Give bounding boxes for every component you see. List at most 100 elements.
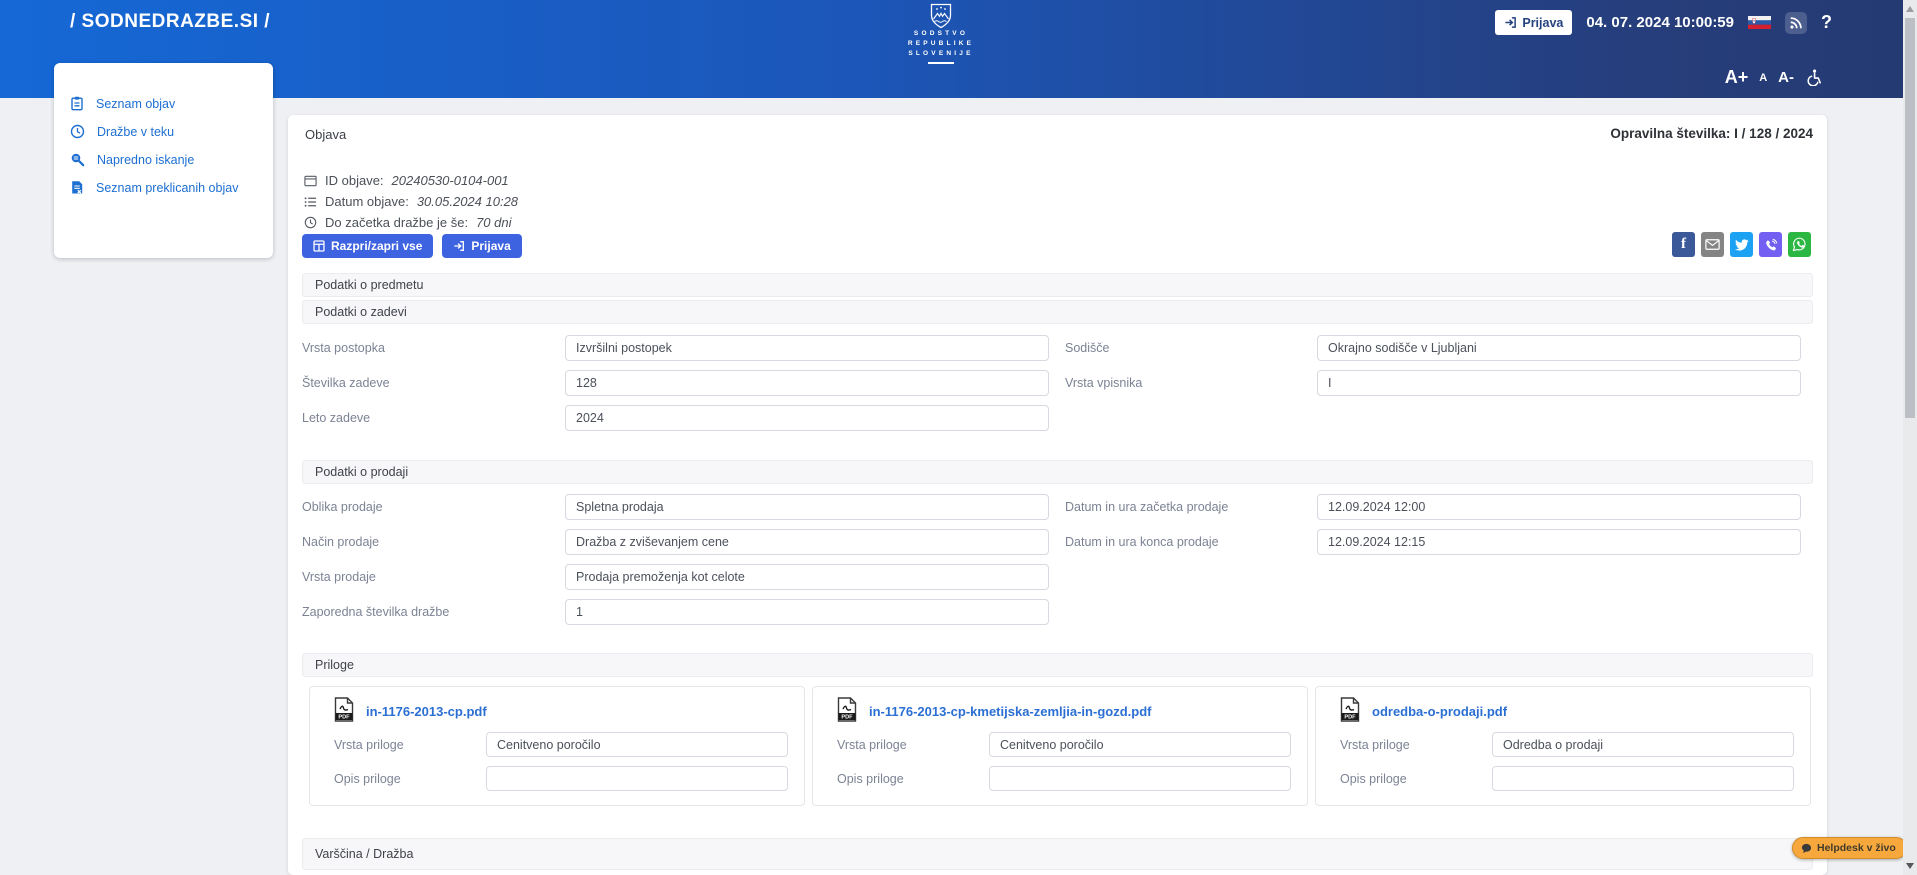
field-label: Vrsta prodaje xyxy=(302,570,565,584)
language-flag[interactable] xyxy=(1748,16,1771,29)
field-label: Datum in ura konca prodaje xyxy=(1065,535,1317,549)
field-oblika-prodaje: Oblika prodaje xyxy=(302,494,1064,520)
font-decrease-button[interactable]: A- xyxy=(1778,69,1794,86)
clock-icon xyxy=(304,216,317,229)
sidebar-item-drazbe-v-teku[interactable]: Dražbe v teku xyxy=(70,124,257,139)
share-twitter-button[interactable] xyxy=(1730,232,1753,257)
login-button-header[interactable]: Prijava xyxy=(1495,10,1572,35)
sidebar-item-napredno-iskanje[interactable]: Napredno iskanje xyxy=(70,152,257,167)
font-size-controls: A+ A A- xyxy=(1725,68,1822,86)
zaporedna-stevilka-input[interactable] xyxy=(565,599,1049,625)
attachment-link[interactable]: odredba-o-prodaji.pdf xyxy=(1372,704,1507,719)
section-header-priloge[interactable]: Priloge xyxy=(302,653,1813,677)
font-increase-button[interactable]: A+ xyxy=(1725,68,1749,86)
advanced-search-icon xyxy=(70,152,85,167)
leto-zadeve-input[interactable] xyxy=(565,405,1049,431)
scrollbar-up-arrow[interactable] xyxy=(1906,6,1914,12)
sidebar-item-label: Napredno iskanje xyxy=(97,153,194,167)
helpdesk-button[interactable]: Helpdesk v živo xyxy=(1792,837,1907,859)
datum-konca-input[interactable] xyxy=(1317,529,1801,555)
scrollbar[interactable] xyxy=(1903,0,1917,875)
sidebar-item-seznam-objav[interactable]: Seznam objav xyxy=(70,96,257,111)
attachment-desc-input[interactable] xyxy=(989,766,1291,791)
sidebar-item-seznam-preklicanih-objav[interactable]: Seznam preklicanih objav xyxy=(70,180,257,195)
login-button-main[interactable]: Prijava xyxy=(442,234,521,258)
login-icon xyxy=(453,240,465,252)
attachment-type-input[interactable] xyxy=(989,732,1291,757)
pdf-file-icon: PDF xyxy=(837,697,857,727)
oblika-prodaje-input[interactable] xyxy=(565,494,1049,520)
section-header-podatki-o-predmetu[interactable]: Podatki o predmetu xyxy=(302,273,1813,297)
vrsta-postopka-input[interactable] xyxy=(565,335,1049,361)
field-label: Vrsta vpisnika xyxy=(1065,376,1317,390)
share-viber-button[interactable] xyxy=(1759,232,1782,257)
publication-card: Objava Opravilna številka: I / 128 / 202… xyxy=(288,115,1827,875)
info-line-date: Datum objave: 30.05.2024 10:28 xyxy=(304,191,518,212)
field-vrsta-vpisnika: Vrsta vpisnika xyxy=(1065,370,1802,396)
header: / SODNEDRAZBE.SI / SODSTVO REPUBLIKE SLO… xyxy=(0,0,1917,98)
info-label: Datum objave: xyxy=(325,194,409,209)
info-value: 70 dni xyxy=(476,215,511,230)
field-label: Vrsta priloge xyxy=(1340,738,1492,752)
vrsta-prodaje-input[interactable] xyxy=(565,564,1049,590)
attachment-type-input[interactable] xyxy=(1492,732,1794,757)
expand-collapse-all-button[interactable]: Razpri/zapri vse xyxy=(302,234,433,258)
sidebar-item-label: Dražbe v teku xyxy=(97,125,174,139)
field-zaporedna-stevilka-drazbe: Zaporedna številka dražbe xyxy=(302,599,1064,625)
field-label: Vrsta priloge xyxy=(837,738,989,752)
attachment-desc-row: Opis priloge xyxy=(837,766,1291,791)
field-label: Datum in ura začetka prodaje xyxy=(1065,500,1317,514)
vrsta-vpisnika-input[interactable] xyxy=(1317,370,1801,396)
info-label: ID objave: xyxy=(325,173,384,188)
sidebar-item-label: Seznam objav xyxy=(96,97,175,111)
section-header-varscina-drazba[interactable]: Varščina / Dražba xyxy=(302,838,1813,870)
section-header-podatki-o-prodaji[interactable]: Podatki o prodaji xyxy=(302,460,1813,484)
attachment-link[interactable]: in-1176-2013-cp-kmetijska-zemljia-in-goz… xyxy=(869,704,1151,719)
section-header-podatki-o-zadevi[interactable]: Podatki o zadevi xyxy=(302,300,1813,324)
pdf-file-icon: PDF xyxy=(1340,697,1360,727)
emblem-line-1: SODSTVO xyxy=(905,29,977,39)
sidebar-menu: Seznam objav Dražbe v teku Napredno iska… xyxy=(54,63,273,258)
field-datum-zacetka: Datum in ura začetka prodaje xyxy=(1065,494,1802,520)
field-label: Opis priloge xyxy=(1340,772,1492,786)
email-icon xyxy=(1705,239,1720,250)
stevilka-zadeve-input[interactable] xyxy=(565,370,1049,396)
datum-zacetka-input[interactable] xyxy=(1317,494,1801,520)
font-reset-button[interactable]: A xyxy=(1759,71,1767,86)
attachment-link[interactable]: in-1176-2013-cp.pdf xyxy=(366,704,487,719)
attachment-desc-input[interactable] xyxy=(1492,766,1794,791)
field-vrsta-prodaje: Vrsta prodaje xyxy=(302,564,1064,590)
sidebar-item-label: Seznam preklicanih objav xyxy=(96,181,238,195)
attachment-type-row: Vrsta priloge xyxy=(837,732,1291,757)
attachment-type-row: Vrsta priloge xyxy=(334,732,788,757)
emblem-underline xyxy=(928,62,954,64)
accessibility-icon xyxy=(1805,69,1822,86)
rss-icon xyxy=(1789,16,1803,30)
info-value: 20240530-0104-001 xyxy=(392,173,509,188)
help-button[interactable]: ? xyxy=(1821,12,1832,33)
section-title: Podatki o predmetu xyxy=(315,278,423,292)
scrollbar-thumb[interactable] xyxy=(1905,18,1915,418)
attachment-type-input[interactable] xyxy=(486,732,788,757)
info-label: Do začetka dražbe je še: xyxy=(325,215,468,230)
scrollbar-down-arrow[interactable] xyxy=(1906,863,1914,869)
attachment-desc-input[interactable] xyxy=(486,766,788,791)
emblem-line-2: REPUBLIKE xyxy=(905,39,977,49)
field-label: Številka zadeve xyxy=(302,376,565,390)
svg-text:PDF: PDF xyxy=(1344,715,1356,721)
nacin-prodaje-input[interactable] xyxy=(565,529,1049,555)
rss-button[interactable] xyxy=(1785,12,1807,34)
site-logo[interactable]: / SODNEDRAZBE.SI / xyxy=(70,11,270,33)
slovenia-flag-icon xyxy=(1748,16,1771,29)
clipboard-icon xyxy=(70,96,84,111)
sodisce-input[interactable] xyxy=(1317,335,1801,361)
share-email-button[interactable] xyxy=(1701,232,1724,257)
case-fields-left: Vrsta postopka Številka zadeve Leto zade… xyxy=(302,335,1064,440)
helpdesk-label: Helpdesk v živo xyxy=(1817,842,1896,854)
svg-text:PDF: PDF xyxy=(338,715,350,721)
attachment-desc-row: Opis priloge xyxy=(1340,766,1794,791)
share-whatsapp-button[interactable] xyxy=(1788,232,1811,257)
share-facebook-button[interactable]: f xyxy=(1672,232,1695,257)
section-title: Priloge xyxy=(315,658,354,672)
accessibility-button[interactable] xyxy=(1805,69,1822,86)
